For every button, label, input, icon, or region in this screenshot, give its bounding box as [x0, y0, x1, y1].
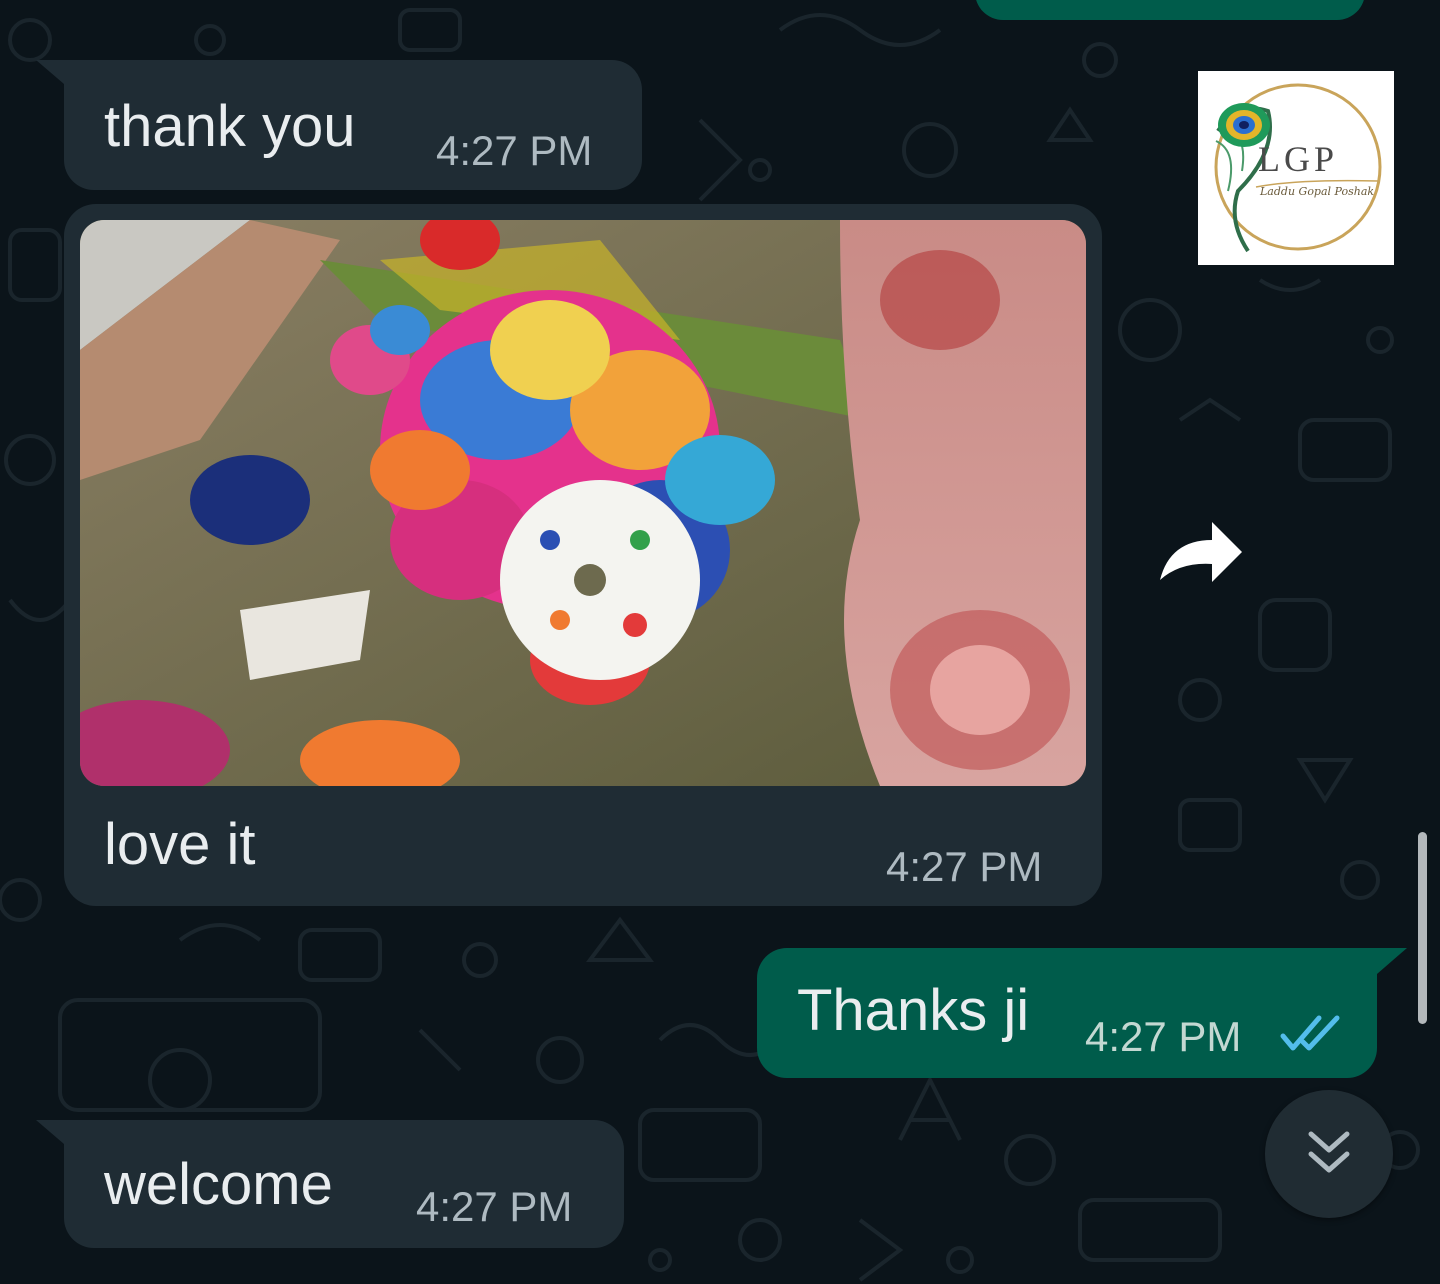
double-chevron-down-icon — [1308, 1131, 1350, 1173]
message-timestamp: 4:27 PM — [886, 843, 1043, 890]
svg-text:Laddu Gopal Poshak: Laddu Gopal Poshak — [1259, 185, 1374, 198]
svg-text:LGP: LGP — [1258, 139, 1338, 179]
bubble-tail — [36, 60, 64, 84]
message-timestamp: 4:27 PM — [416, 1183, 573, 1230]
scroll-to-bottom-button[interactable] — [1265, 1090, 1393, 1218]
bubble-tail — [36, 1120, 64, 1144]
message-bubble-incoming[interactable]: welcome 4:27 PM — [36, 1120, 624, 1248]
bubble-tail — [1377, 948, 1407, 974]
message-timestamp: 4:27 PM — [436, 127, 593, 174]
previous-outgoing-bubble[interactable] — [975, 0, 1365, 20]
message-text: Thanks ji — [797, 978, 1030, 1043]
message-photo[interactable] — [80, 220, 1086, 786]
message-timestamp: 4:27 PM — [1085, 1013, 1242, 1060]
message-bubble-incoming[interactable]: thank you 4:27 PM — [36, 60, 642, 190]
message-text: thank you — [104, 94, 356, 159]
forward-arrow-icon[interactable] — [1150, 510, 1250, 600]
image-caption: love it — [104, 812, 256, 877]
double-check-icon — [1279, 1012, 1341, 1054]
scrollbar-thumb[interactable] — [1418, 832, 1427, 1024]
message-bubble-outgoing[interactable]: Thanks ji 4:27 PM — [757, 948, 1407, 1078]
message-text: welcome — [104, 1152, 333, 1217]
brand-logo: LGP Laddu Gopal Poshak — [1198, 71, 1394, 265]
image-message-bubble[interactable]: love it 4:27 PM — [64, 204, 1102, 906]
